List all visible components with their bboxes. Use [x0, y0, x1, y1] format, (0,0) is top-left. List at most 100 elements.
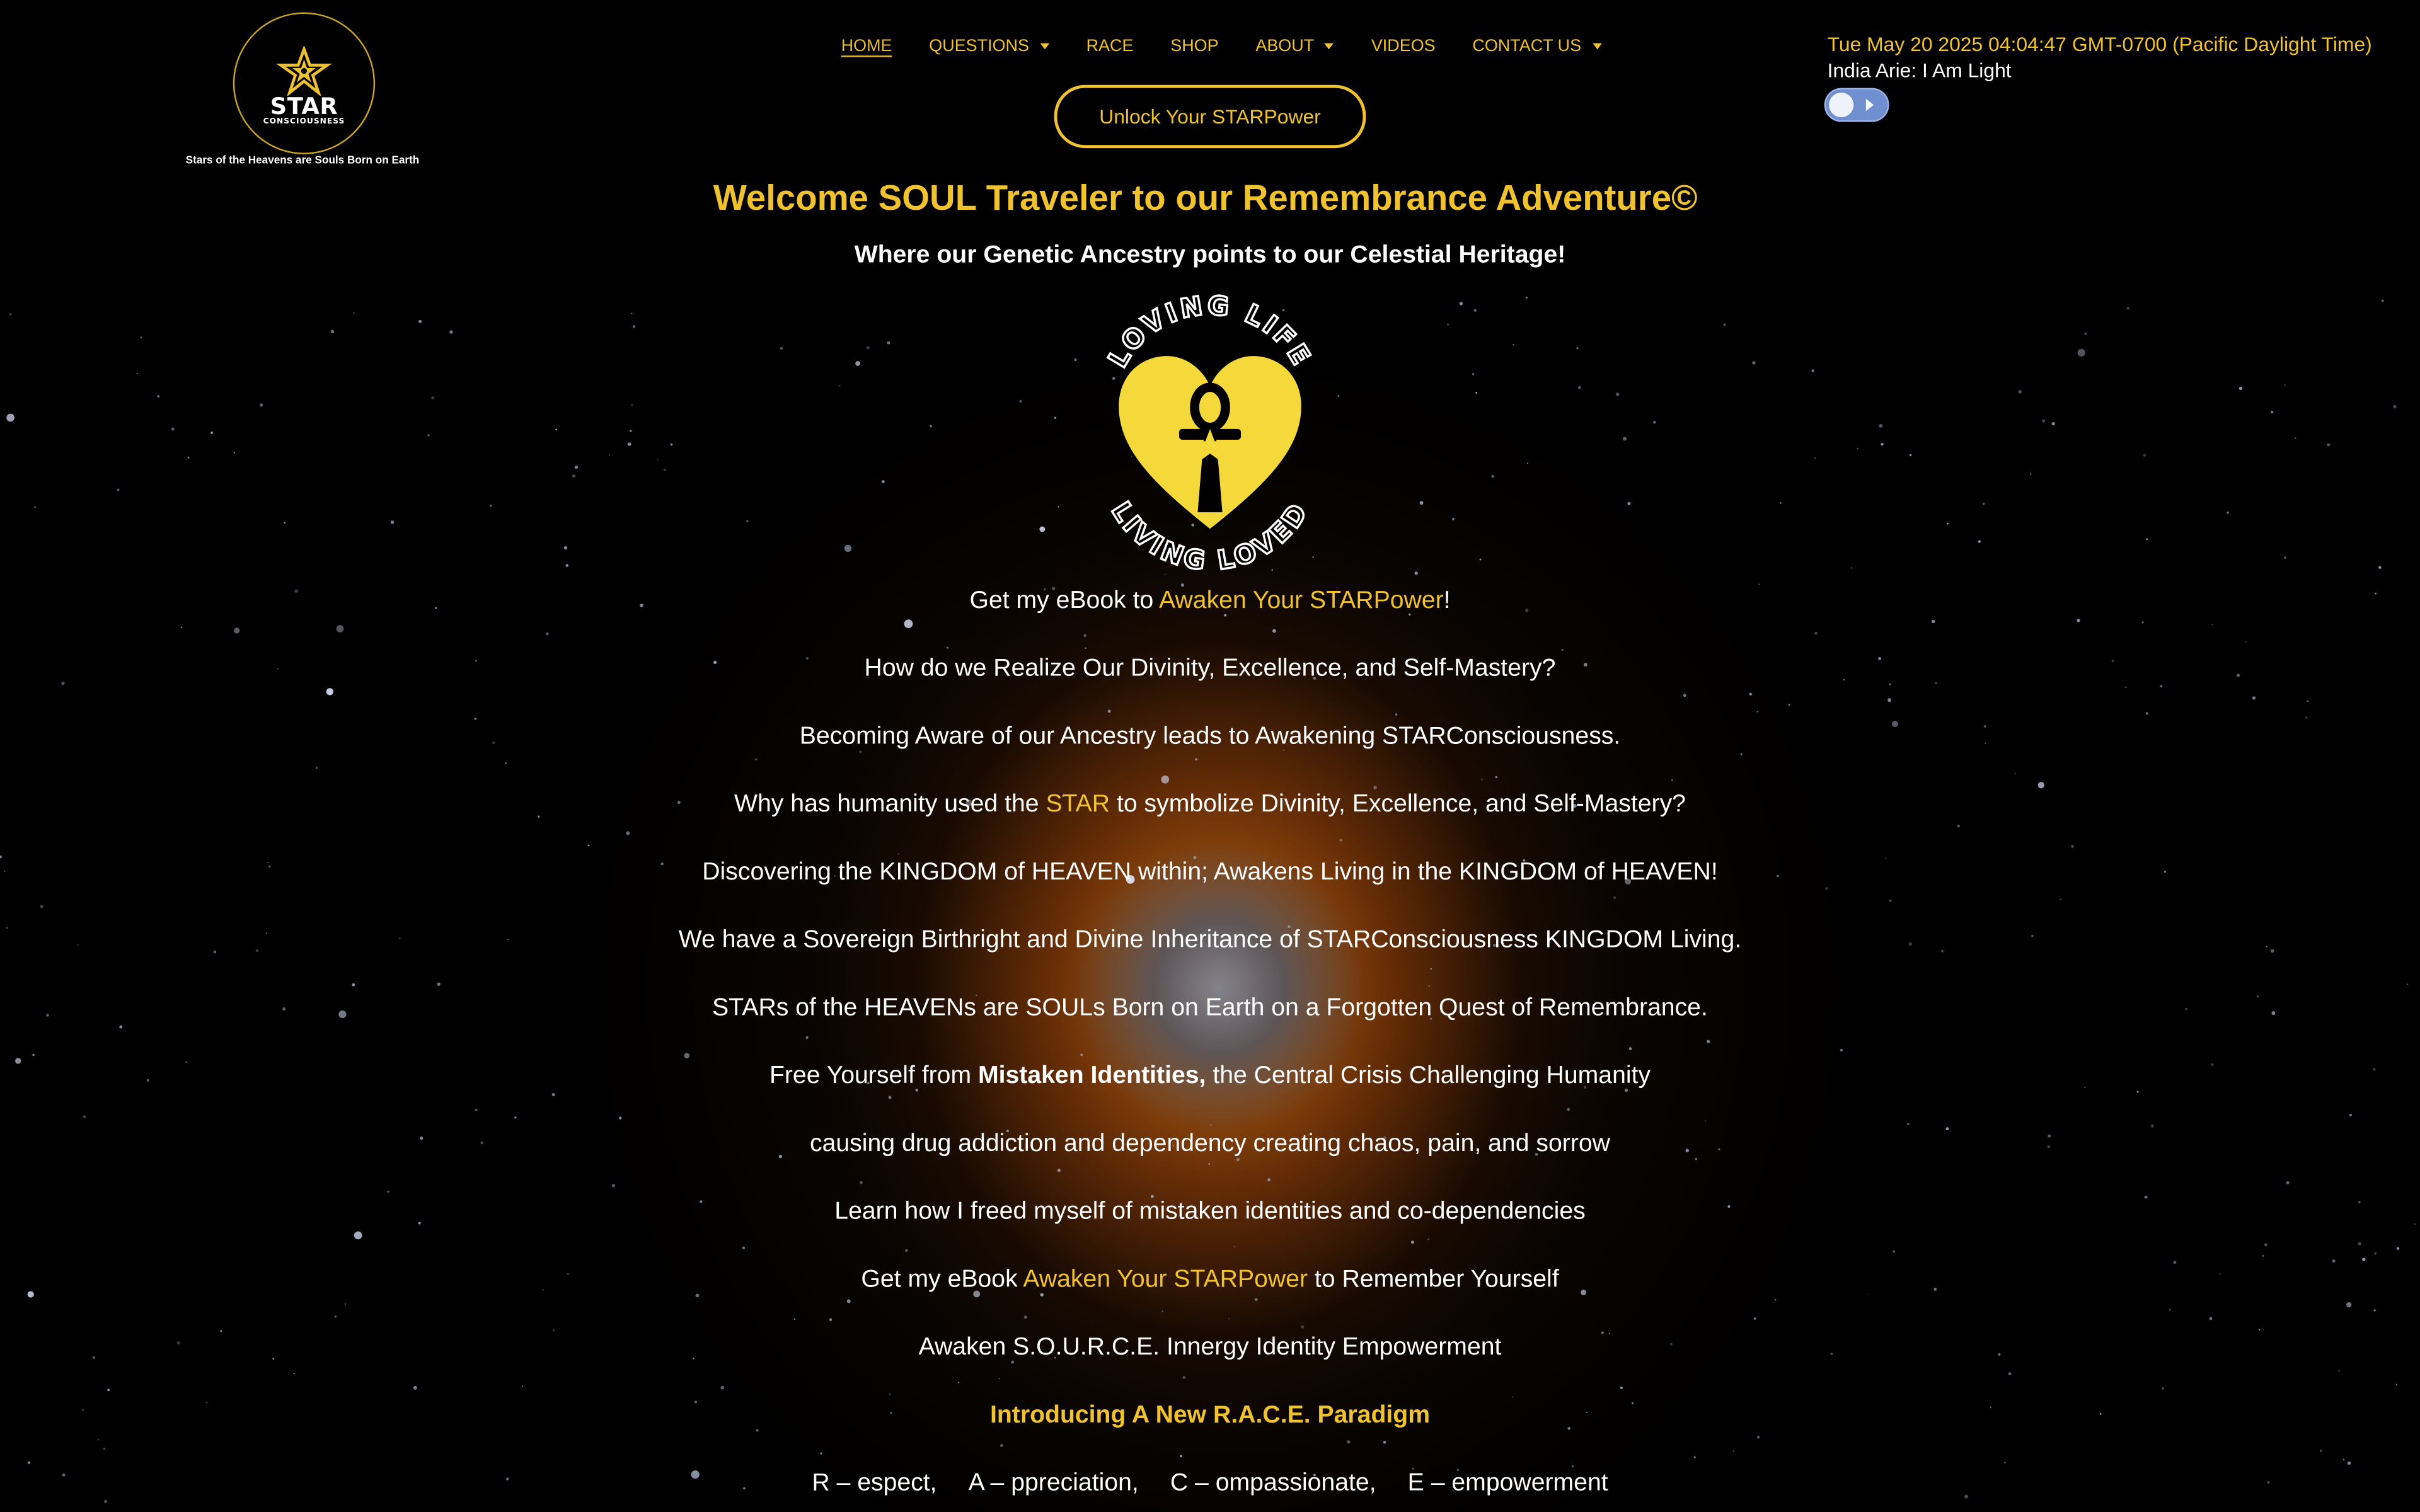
star-dot: [353, 312, 355, 314]
star-dot: [117, 488, 120, 491]
star-dot: [1452, 517, 1455, 520]
star-dot: [2226, 511, 2229, 514]
ebook-link[interactable]: Awaken Your STARPower: [1159, 588, 1444, 614]
line-birthright: We have a Sovereign Birthright and Divin…: [678, 927, 1742, 954]
race-acronym: R – espect, A – ppreciation, C – ompassi…: [0, 1467, 2420, 1512]
svg-text:LOVING LIFE: LOVING LIFE: [1102, 289, 1318, 372]
star-dot: [609, 454, 611, 456]
nav-contact[interactable]: CONTACT US: [1472, 37, 1601, 55]
star-dot: [1653, 421, 1656, 424]
page-subtitle: Where our Genetic Ancestry points to our…: [854, 242, 1566, 269]
star-dot: [657, 459, 659, 461]
star-dot: [844, 544, 852, 553]
text: Get my eBook to: [969, 588, 1160, 614]
star-dot: [1946, 522, 1949, 525]
star-dot: [631, 404, 633, 406]
star-dot: [670, 443, 673, 446]
star-dot: [627, 442, 631, 447]
star-dot: [259, 403, 263, 407]
star-dot: [140, 336, 142, 338]
ebook-link-2[interactable]: Awaken Your STARPower: [1023, 1267, 1308, 1293]
text: Free Yourself from: [769, 1063, 978, 1089]
star-dot: [33, 506, 37, 508]
star-dot: [565, 564, 568, 567]
star-dot: [1978, 540, 1981, 543]
nav-home[interactable]: HOME: [841, 37, 892, 55]
star-dot: [1074, 358, 1077, 362]
nav-about[interactable]: ABOUT: [1255, 37, 1335, 56]
star-dot: [449, 330, 453, 334]
nav-questions[interactable]: QUESTIONS: [929, 37, 1049, 55]
nav-label: ABOUT: [1255, 37, 1315, 56]
star-dot: [1780, 502, 1782, 504]
logo-word: STAR: [270, 92, 338, 121]
star-dot: [489, 505, 492, 507]
star-dot: [631, 312, 633, 314]
star-dot: [2284, 384, 2286, 386]
star-dot: [418, 319, 422, 323]
line-star-symbol: Why has humanity used the STAR to symbol…: [0, 788, 2420, 856]
race-heading: Introducing A New R.A.C.E. Paradigm: [989, 1402, 1431, 1429]
chevron-down-icon: [1592, 43, 1601, 50]
star-dot: [2294, 437, 2296, 439]
star-dot: [1479, 558, 1482, 561]
star-dot: [136, 372, 138, 375]
music-toggle[interactable]: [1824, 88, 1889, 122]
star-dot: [2327, 443, 2331, 447]
star-dot: [866, 346, 870, 350]
star-dot: [171, 427, 175, 431]
main-nav: HOME QUESTIONS RACE SHOP ABOUT VIDEOS CO…: [841, 37, 1639, 55]
nav-label: RACE: [1086, 37, 1134, 56]
star-dot: [330, 329, 335, 333]
site-logo[interactable]: STAR CONSCIOUSNESS: [233, 12, 376, 154]
star-dot: [2146, 538, 2148, 541]
star-dot: [780, 346, 783, 350]
race-e: E – empowerment: [1407, 1470, 1608, 1497]
star-dot: [427, 434, 430, 437]
star-dot: [431, 396, 435, 400]
text: Why has humanity used the: [734, 791, 1046, 818]
star-dot: [1752, 361, 1756, 365]
line-mistaken-identities: Free Yourself from Mistaken Identities, …: [0, 1060, 2420, 1128]
star-dot: [746, 520, 749, 523]
date-time: Tue May 20 2025 04:04:47 GMT-0700 (Pacif…: [1827, 32, 2372, 56]
star-dot: [9, 313, 12, 316]
star-dot: [1475, 392, 1478, 394]
star-dot: [2051, 422, 2055, 426]
star-dot: [572, 474, 576, 478]
unlock-starpower-button[interactable]: Unlock Your STARPower: [1054, 84, 1366, 149]
star-dot: [1616, 392, 1620, 396]
star-dot: [2042, 419, 2046, 423]
star-dot: [233, 452, 235, 454]
nav-videos[interactable]: VIDEOS: [1371, 37, 1436, 55]
star-dot: [1473, 309, 1477, 312]
star-dot: [2018, 389, 2022, 394]
star-dot: [1491, 474, 1495, 478]
star-dot: [2126, 306, 2129, 310]
text: to symbolize Divinity, Excellence, and S…: [1110, 791, 1686, 818]
page-title: Welcome SOUL Traveler to our Remembrance…: [713, 177, 1698, 218]
star-icon: [276, 46, 332, 96]
star-dot: [1019, 400, 1022, 403]
star-dot: [1850, 567, 1853, 569]
star-dot: [1578, 386, 1582, 389]
star-dot: [2393, 404, 2397, 409]
race-r: R – espect,: [812, 1470, 937, 1497]
nav-label: CONTACT US: [1472, 37, 1582, 56]
nav-shop[interactable]: SHOP: [1170, 37, 1218, 55]
star-dot: [2382, 299, 2384, 302]
star-dot: [284, 522, 286, 524]
chevron-down-icon: [1040, 43, 1049, 50]
nav-label: SHOP: [1170, 37, 1219, 56]
star-dot: [629, 430, 632, 432]
star-link[interactable]: STAR: [1046, 791, 1110, 818]
star-dot: [1723, 323, 1726, 326]
nav-race[interactable]: RACE: [1086, 37, 1134, 55]
line-freed: Learn how I freed myself of mistaken ide…: [834, 1198, 1586, 1225]
star-dot: [887, 341, 890, 345]
star-dot: [1165, 573, 1166, 575]
page: STAR CONSCIOUSNESS Stars of the Heavens …: [0, 0, 2420, 1512]
star-dot: [1857, 447, 1858, 449]
star-dot: [2378, 566, 2382, 569]
star-dot: [6, 413, 15, 422]
